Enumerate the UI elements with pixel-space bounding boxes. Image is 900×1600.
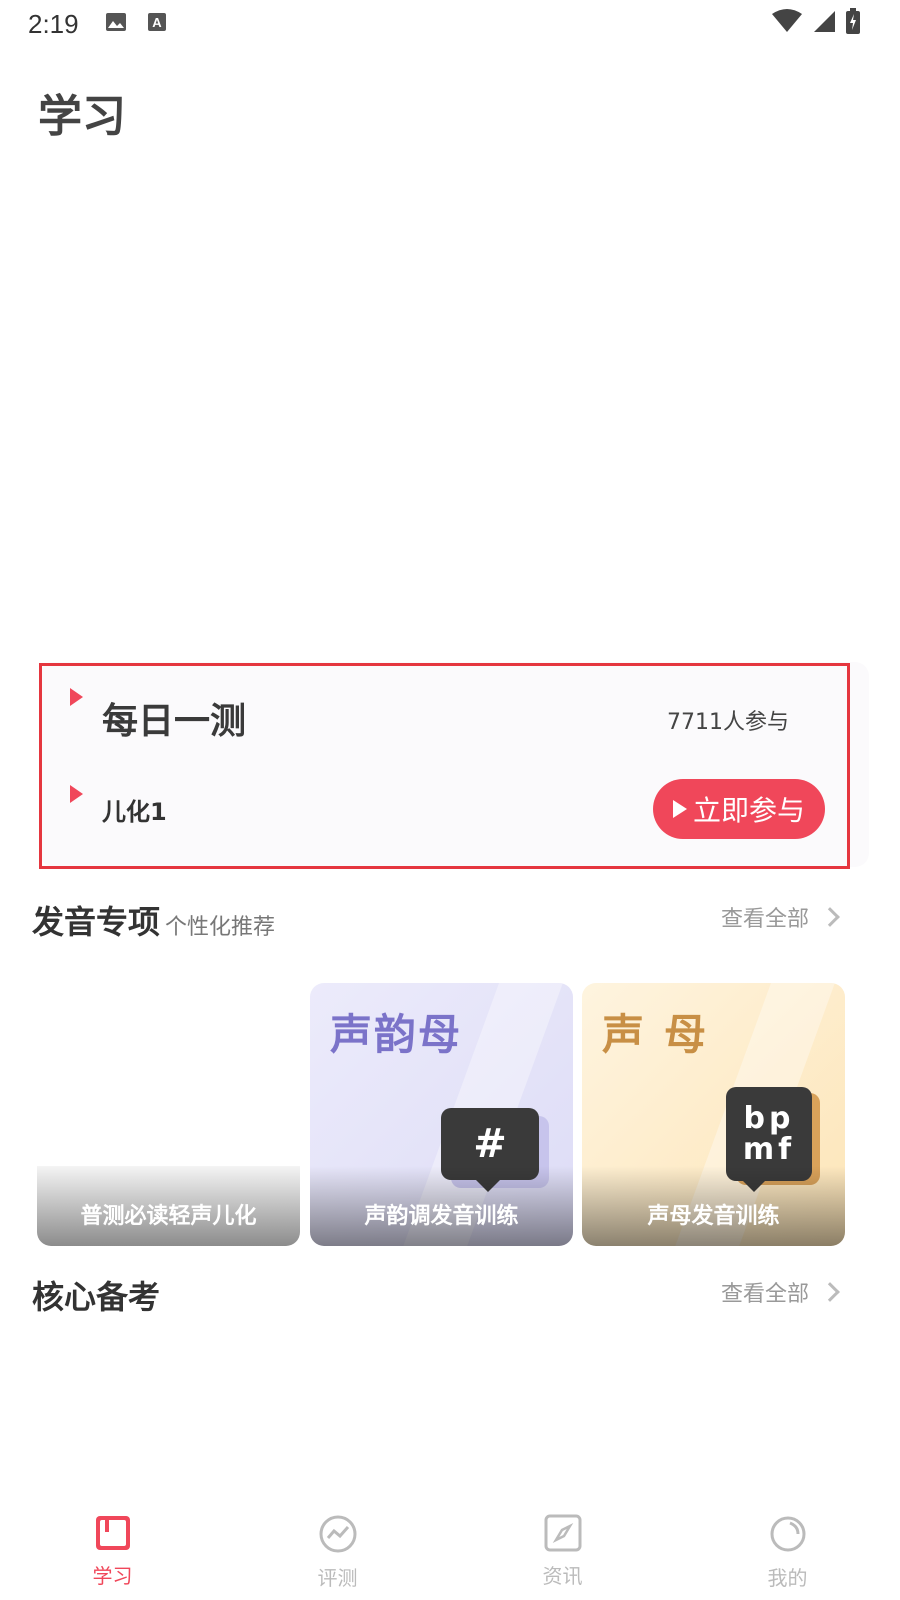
daily-test-topic: 儿化1 [102,798,167,826]
study-icon [94,1514,132,1556]
join-now-button[interactable]: 立即参与 [653,779,825,839]
course-card-neutral-tone[interactable]: 普测必读轻声儿化 [37,983,300,1246]
status-right [772,8,860,39]
section-title: 发音专项 [32,903,161,941]
nav-label: 资讯 [542,1564,583,1588]
cellular-signal-icon [812,9,836,38]
card-label: 声母发音训练 [647,1204,780,1229]
card-label: 普测必读轻声儿化 [80,1204,257,1229]
view-all-label: 查看全部 [720,907,809,932]
card-big-text: 声母 [602,1010,727,1059]
course-card-initials[interactable]: 声母 bp mf 声母发音训练 [582,983,845,1246]
nav-tab-study[interactable]: 学习 [0,1500,225,1600]
nav-tab-news[interactable]: 资讯 [450,1500,675,1600]
card-label: 声韵调发音训练 [364,1204,519,1229]
daily-test-card[interactable]: 每日一测 7711人参与 儿化1 立即参与 [40,662,869,867]
view-all-link[interactable]: 查看全部 [720,1276,840,1308]
wifi-icon [772,9,802,38]
pronunciation-section-header: 发音专项 个性化推荐 查看全部 [32,897,840,947]
participant-count: 7711人参与 [667,710,789,735]
image-notification-icon [105,12,127,37]
view-all-link[interactable]: 查看全部 [720,901,840,933]
join-now-label: 立即参与 [692,794,805,827]
chevron-right-icon [820,907,840,927]
play-marker-icon [70,688,83,706]
compass-icon [544,1514,582,1556]
assessment-icon [318,1514,358,1558]
nav-tab-profile[interactable]: 我的 [675,1500,900,1600]
badge-line: bp [743,1100,795,1136]
play-icon [672,800,687,818]
view-all-label: 查看全部 [720,1282,809,1307]
profile-icon [768,1514,808,1558]
status-bar: 2:19 A [0,0,900,48]
battery-icon [846,8,860,39]
nav-label: 评测 [317,1566,358,1590]
nav-label: 我的 [767,1566,808,1590]
status-time: 2:19 [28,8,79,39]
core-prep-section-header: 核心备考 查看全部 [32,1272,840,1322]
nav-tab-assessment[interactable]: 评测 [225,1500,450,1600]
card-big-text: 声韵母 [330,1010,463,1059]
nav-label: 学习 [92,1564,133,1588]
svg-text:A: A [152,15,162,30]
app-notification-icon: A [147,12,167,37]
course-card-initials-finals[interactable]: 声韵母 # 声韵调发音训练 [310,983,573,1246]
play-marker-icon [70,785,83,803]
chevron-right-icon [820,1282,840,1302]
section-title: 核心备考 [32,1278,161,1316]
daily-test-title: 每日一测 [102,701,247,742]
bottom-navigation: 学习 评测 资讯 我的 [0,1500,900,1600]
page-title: 学习 [38,91,126,142]
badge-line: mf [742,1132,796,1167]
section-subtitle: 个性化推荐 [165,915,276,940]
